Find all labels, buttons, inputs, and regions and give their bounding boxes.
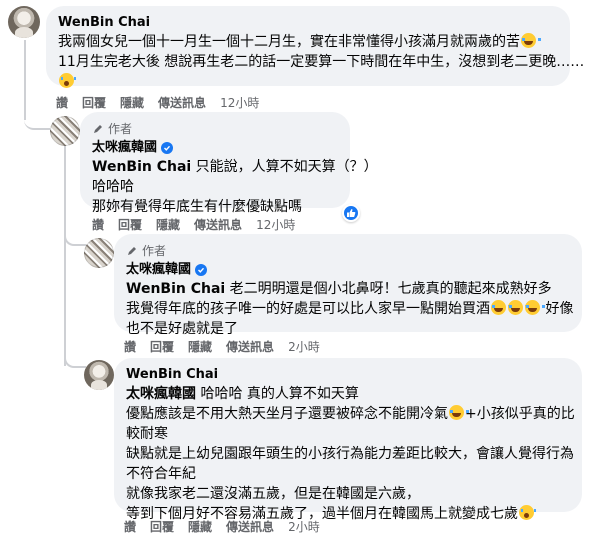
laughing-emoji-icon <box>449 405 469 420</box>
crying-emoji-icon <box>519 505 536 520</box>
pen-icon <box>128 246 136 255</box>
comment-text: 就像我家老二還沒滿五歲，但是在韓國是六歲， <box>126 486 420 502</box>
reply-button[interactable]: 回覆 <box>150 338 174 355</box>
comment-actions: 讚 回覆 隱藏 傳送訊息 2小時 <box>124 338 320 355</box>
comment-timestamp[interactable]: 12小時 <box>256 216 295 233</box>
comment-bubble: WenBin Chai 太咪瘋韓國 哈哈哈 真的人算不如天算 優點應該是不用大熱… <box>114 358 582 522</box>
comment-timestamp[interactable]: 2小時 <box>288 518 320 533</box>
like-button[interactable]: 讚 <box>56 94 68 111</box>
send-message-button[interactable]: 傳送訊息 <box>226 518 274 533</box>
hide-button[interactable]: 隱藏 <box>188 338 212 355</box>
comment-text: 較耐寒 <box>126 426 168 442</box>
comment-actions: 讚 回覆 隱藏 傳送訊息 12小時 <box>92 216 295 233</box>
comment-text: 老二明明還是個小北鼻呀！七歲真的聽起來成熟好多 <box>225 281 552 297</box>
comment-text: 哈哈哈 真的人算不如天算 <box>196 386 359 402</box>
comment-author[interactable]: WenBin Chai <box>126 366 570 384</box>
comment-text: +小孩似乎真的比 <box>465 406 575 422</box>
pen-icon <box>94 124 102 133</box>
reply-button[interactable]: 回覆 <box>82 94 106 111</box>
crying-emoji-icon <box>59 73 76 88</box>
hide-button[interactable]: 隱藏 <box>156 216 180 233</box>
avatar[interactable] <box>50 116 80 146</box>
comment-text: 哈哈哈 <box>92 179 134 195</box>
comment-text: 好像 <box>541 301 574 317</box>
comment-text: 11月生完老大後 想說再生老二的話一定要算一下時間在年中生，沒想到老二更晚…… <box>58 54 585 70</box>
comment-text: 我覺得年底的孩子唯一的好處是可以比人家早一點開始買酒 <box>126 301 490 317</box>
laughing-emoji-icon <box>521 33 541 48</box>
comment-text: 也不是好處就是了 <box>126 321 238 337</box>
avatar[interactable] <box>8 6 40 38</box>
avatar[interactable] <box>84 360 114 390</box>
mention-link[interactable]: WenBin Chai <box>126 281 225 297</box>
comment-bubble: 作者 太咪瘋韓國 WenBin Chai 只能說，人算不如天算（？） 哈哈哈 那… <box>80 112 378 215</box>
comment-author[interactable]: 太咪瘋韓國 <box>92 139 338 157</box>
thread-connector <box>64 226 86 246</box>
comment-text: 那妳有覺得年底生有什麼優缺點嗎 <box>92 199 302 215</box>
laughing-emoji-icon <box>491 300 511 315</box>
hide-button[interactable]: 隱藏 <box>120 94 144 111</box>
laughing-emoji-icon <box>525 300 545 315</box>
thread-connector <box>64 348 86 368</box>
comment-author[interactable]: WenBin Chai <box>58 14 558 32</box>
laughing-emoji-icon <box>508 300 528 315</box>
like-button[interactable]: 讚 <box>92 216 104 233</box>
comment-actions: 讚 回覆 隱藏 傳送訊息 12小時 <box>56 94 259 111</box>
comment-text: 只能說，人算不如天算（？） <box>191 159 378 175</box>
send-message-button[interactable]: 傳送訊息 <box>226 338 274 355</box>
comment-text: 優點應該是不用大熱天坐月子還要被碎念不能開冷氣 <box>126 406 448 422</box>
mention-link[interactable]: 太咪瘋韓國 <box>126 386 196 402</box>
hide-button[interactable]: 隱藏 <box>188 518 212 533</box>
send-message-button[interactable]: 傳送訊息 <box>158 94 206 111</box>
comment-bubble: WenBin Chai 我兩個女兒一個十一月生一個十二月生，實在非常懂得小孩滿月… <box>46 6 585 88</box>
comment-author[interactable]: 太咪瘋韓國 <box>126 261 570 279</box>
comment-bubble: 作者 太咪瘋韓國 WenBin Chai 老二明明還是個小北鼻呀！七歲真的聽起來… <box>114 234 582 337</box>
comment-timestamp[interactable]: 12小時 <box>220 94 259 111</box>
author-badge: 作者 <box>126 242 570 259</box>
mention-link[interactable]: WenBin Chai <box>92 159 191 175</box>
verified-badge-icon <box>161 142 174 154</box>
reply-button[interactable]: 回覆 <box>150 518 174 533</box>
comment-actions: 讚 回覆 隱藏 傳送訊息 2小時 <box>124 518 320 533</box>
comment-text: 不符合年紀 <box>126 466 196 482</box>
thread-line <box>64 146 66 366</box>
send-message-button[interactable]: 傳送訊息 <box>194 216 242 233</box>
like-reaction-icon[interactable] <box>342 204 360 222</box>
like-button[interactable]: 讚 <box>124 338 136 355</box>
like-button[interactable]: 讚 <box>124 518 136 533</box>
comment-text: 我兩個女兒一個十一月生一個十二月生，實在非常懂得小孩滿月就兩歲的苦 <box>58 34 520 50</box>
comment-text: 缺點就是上幼兒園跟年頭生的小孩行為能力差距比較大，會讓人覺得行為 <box>126 446 574 462</box>
author-badge: 作者 <box>92 120 338 137</box>
avatar[interactable] <box>84 238 114 268</box>
verified-badge-icon <box>195 264 208 276</box>
comment-timestamp[interactable]: 2小時 <box>288 338 320 355</box>
reply-button[interactable]: 回覆 <box>118 216 142 233</box>
